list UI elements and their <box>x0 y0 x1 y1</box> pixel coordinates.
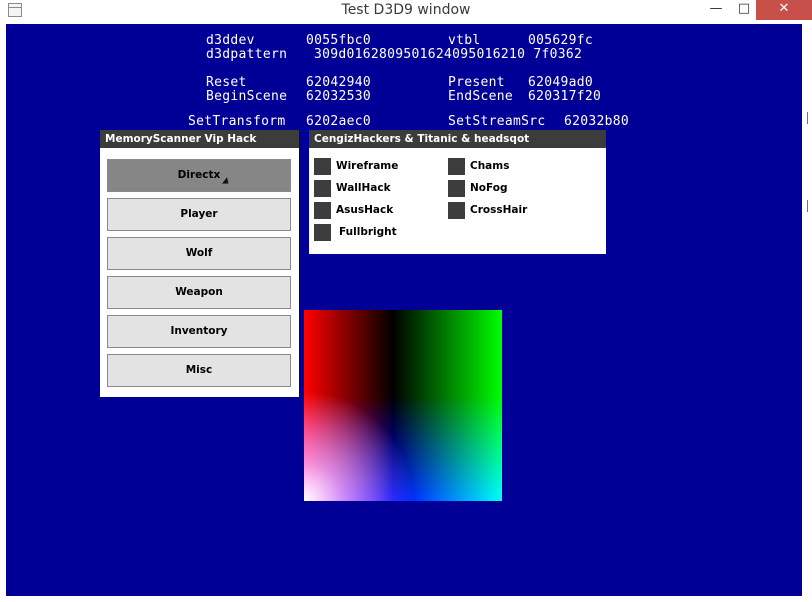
close-button[interactable]: ✕ <box>756 0 812 20</box>
options-panel-title: CengizHackers & Titanic & headsqot <box>309 130 606 148</box>
menu-button-inventory[interactable]: Inventory <box>107 315 291 348</box>
fullbright-checkbox[interactable] <box>314 224 331 241</box>
debug-value-reset: 62042940 <box>306 75 372 90</box>
debug-label-d3ddev: d3ddev <box>206 33 255 48</box>
menu-button-misc[interactable]: Misc <box>107 354 291 387</box>
options-panel: CengizHackers & Titanic & headsqot Wiref… <box>309 130 606 254</box>
debug-value-beginscene: 62032530 <box>306 89 372 104</box>
wallhack-checkbox[interactable] <box>314 180 331 197</box>
debug-label-endscene: EndScene <box>448 89 514 104</box>
asushack-checkbox[interactable] <box>314 202 331 219</box>
menu-button-directx[interactable]: Directx <box>107 159 291 192</box>
background-window-edge <box>803 24 812 602</box>
wallhack-label: WallHack <box>336 182 391 194</box>
fullbright-label: Fullbright <box>339 226 397 238</box>
debug-label-setstreamsrc: SetStreamSrc <box>448 114 546 129</box>
debug-value-settransform: 6202aec0 <box>306 114 372 129</box>
menu-button-player[interactable]: Player <box>107 198 291 231</box>
chams-label: Chams <box>470 160 510 172</box>
debug-label-present: Present <box>448 75 505 90</box>
debug-value-setstreamsrc: 62032b80 <box>564 114 630 129</box>
nofog-label: NoFog <box>470 182 508 194</box>
color-gradient-quad <box>304 310 502 501</box>
d3d-render-area: d3ddev 0055fbc0 vtbl 005629fc d3dpattern… <box>6 24 802 596</box>
debug-label-pattern: d3dpattern <box>206 47 288 62</box>
menu-button-weapon[interactable]: Weapon <box>107 276 291 309</box>
crosshair-label: CrossHair <box>470 204 528 216</box>
maximize-button[interactable]: □ <box>732 0 756 20</box>
title-bar: Test D3D9 window — □ ✕ <box>0 0 812 22</box>
debug-value-present: 62049ad0 <box>528 75 594 90</box>
menu-panel: MemoryScanner Vip Hack Directx Player Wo… <box>100 130 299 397</box>
debug-value-endscene: 620317f20 <box>528 89 602 104</box>
window-title: Test D3D9 window <box>341 2 471 18</box>
minimize-button[interactable]: — <box>700 0 732 20</box>
nofog-checkbox[interactable] <box>448 180 465 197</box>
menu-button-wolf[interactable]: Wolf <box>107 237 291 270</box>
wireframe-label: Wireframe <box>336 160 399 172</box>
debug-value-vtbl: 005629fc <box>528 33 594 48</box>
debug-label-reset: Reset <box>206 75 247 90</box>
debug-label-beginscene: BeginScene <box>206 89 288 104</box>
crosshair-checkbox[interactable] <box>448 202 465 219</box>
wireframe-checkbox[interactable] <box>314 158 331 175</box>
debug-value-pattern: 309d0162809501624095016210 7f0362 <box>314 47 583 62</box>
debug-label-vtbl: vtbl <box>448 33 481 48</box>
debug-value-d3ddev: 0055fbc0 <box>306 33 372 48</box>
debug-label-settransform: SetTransform <box>188 114 286 129</box>
asushack-label: AsusHack <box>336 204 394 216</box>
menu-panel-title: MemoryScanner Vip Hack <box>100 130 299 148</box>
chams-checkbox[interactable] <box>448 158 465 175</box>
